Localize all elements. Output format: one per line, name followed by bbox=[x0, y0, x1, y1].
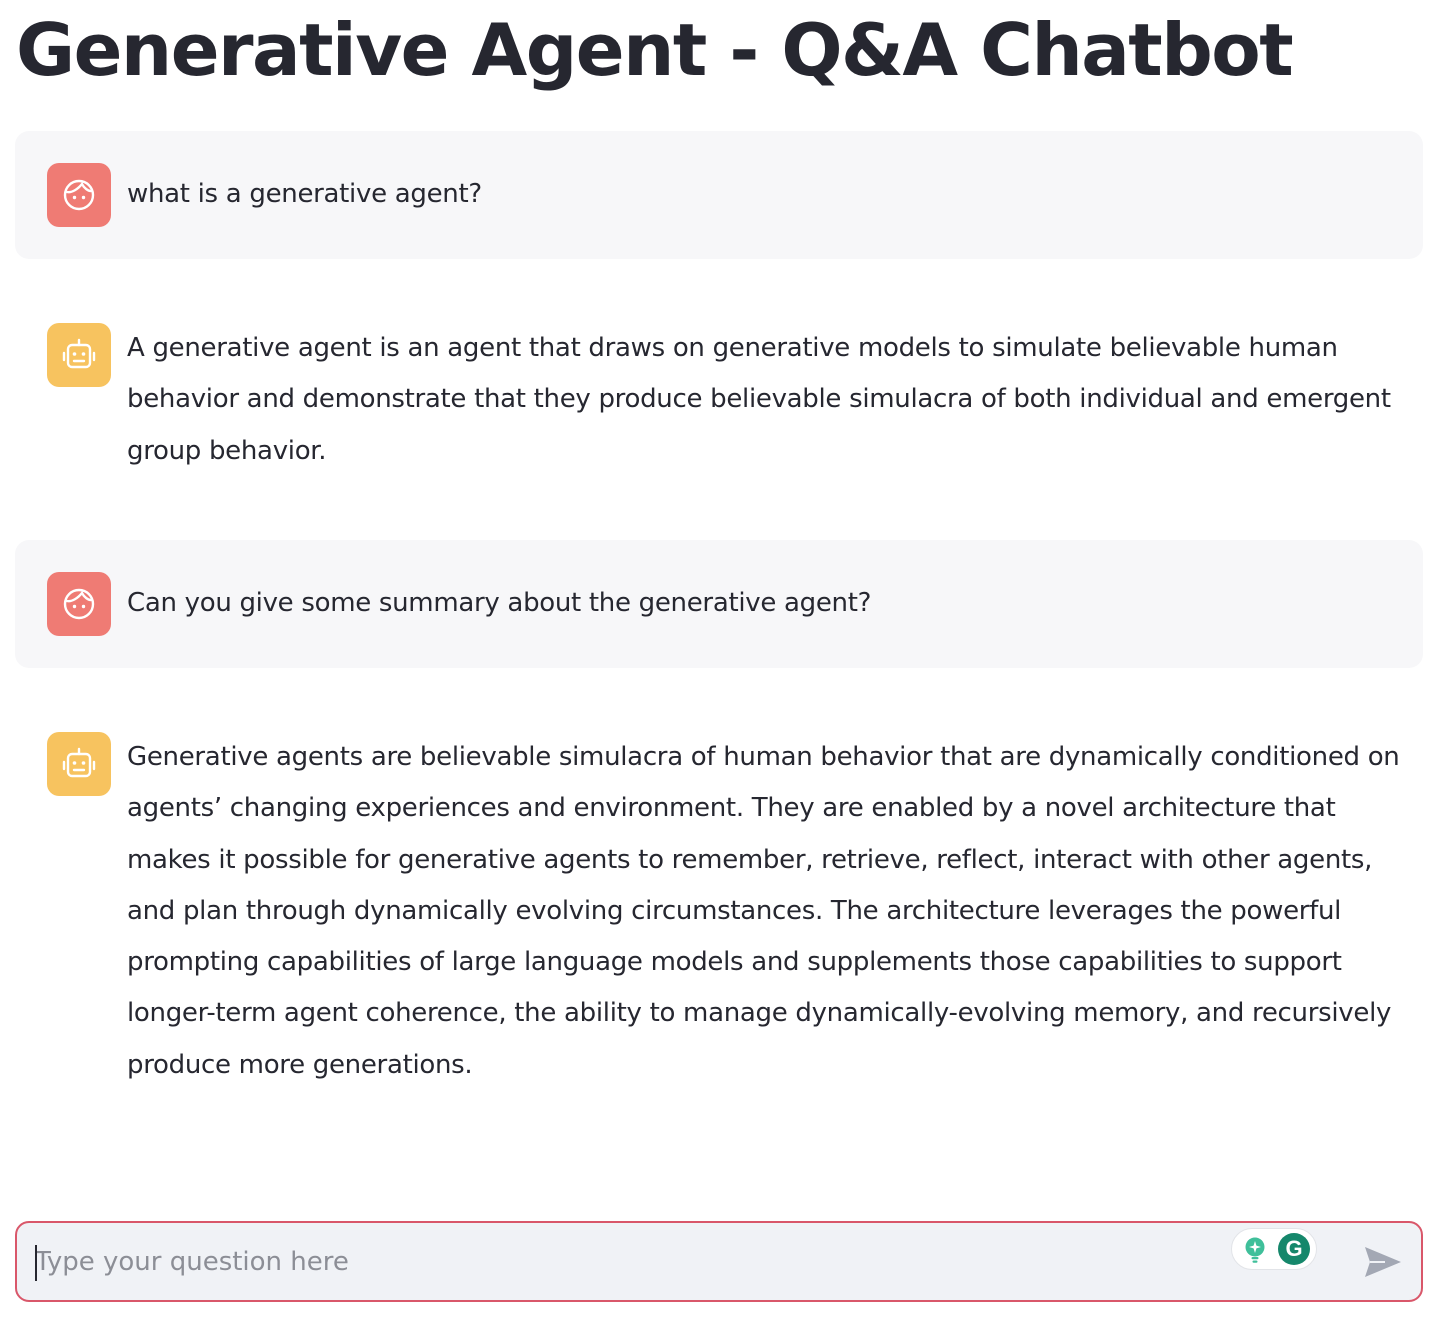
chat-message-user: what is a generative agent? bbox=[15, 131, 1423, 259]
assistant-avatar bbox=[47, 732, 111, 796]
message-text: Generative agents are believable simulac… bbox=[127, 742, 1400, 1080]
chat-input[interactable] bbox=[33, 1223, 1213, 1300]
message-text: what is a generative agent? bbox=[127, 179, 482, 209]
grammarly-icon[interactable]: G bbox=[1278, 1233, 1310, 1265]
user-avatar bbox=[47, 572, 111, 636]
robot-icon bbox=[62, 747, 96, 778]
message-text: A generative agent is an agent that draw… bbox=[127, 333, 1391, 466]
send-button[interactable] bbox=[1361, 1243, 1405, 1281]
send-arrow-icon bbox=[1365, 1247, 1401, 1277]
robot-icon bbox=[62, 338, 96, 369]
page-title: Generative Agent - Q&A Chatbot bbox=[16, 8, 1294, 92]
chat-message-assistant: A generative agent is an agent that draw… bbox=[15, 291, 1423, 499]
chat-input-container: G bbox=[15, 1221, 1423, 1302]
user-avatar bbox=[47, 163, 111, 227]
chat-message-assistant: Generative agents are believable simulac… bbox=[15, 700, 1423, 1110]
grammarly-widget[interactable]: G bbox=[1231, 1228, 1317, 1270]
chat-message-user: Can you give some summary about the gene… bbox=[15, 540, 1423, 668]
user-face-icon bbox=[63, 179, 95, 211]
assistant-avatar bbox=[47, 323, 111, 387]
message-text: Can you give some summary about the gene… bbox=[127, 588, 872, 618]
lightbulb-icon[interactable] bbox=[1242, 1236, 1268, 1264]
user-face-icon bbox=[63, 588, 95, 620]
text-caret bbox=[35, 1245, 37, 1281]
